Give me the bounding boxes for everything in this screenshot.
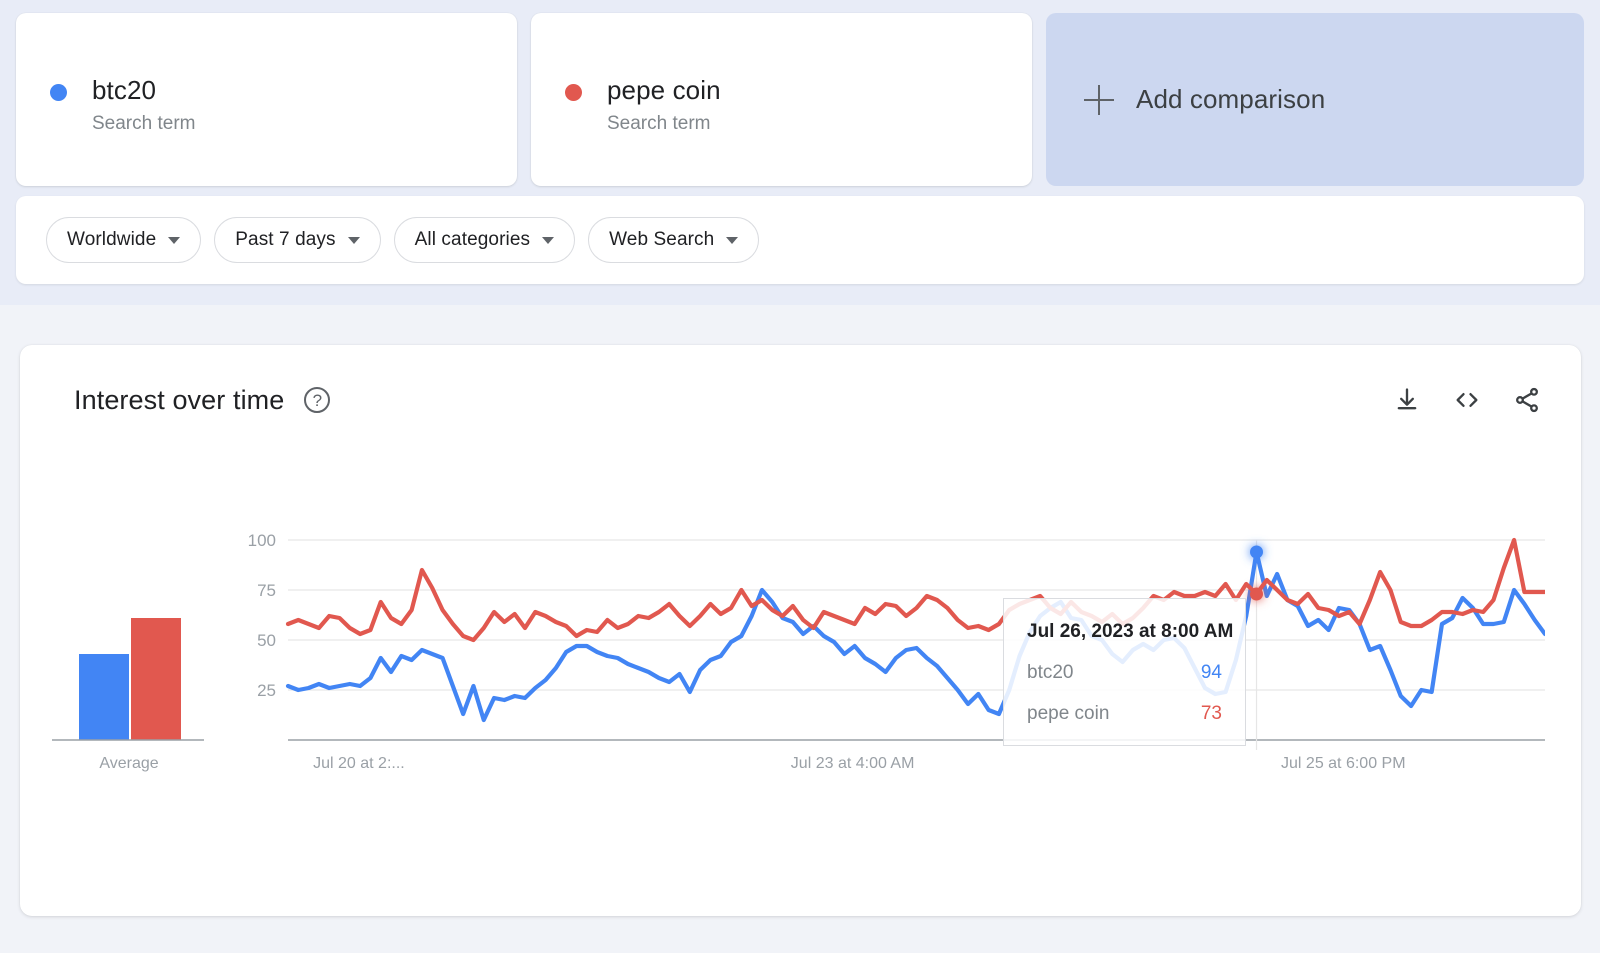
svg-text:Jul 20 at 2:...: Jul 20 at 2:... xyxy=(313,755,405,772)
svg-text:Jul 23 at 4:00 AM: Jul 23 at 4:00 AM xyxy=(791,755,915,772)
search-terms-row: btc20 Search term pepe coin Search term … xyxy=(16,13,1584,186)
search-term-card-1[interactable]: pepe coin Search term xyxy=(531,13,1032,186)
add-comparison-label: Add comparison xyxy=(1136,84,1325,115)
search-term-text-1: pepe coin Search term xyxy=(607,75,721,136)
filter-bar: Worldwide Past 7 days All categories Web… xyxy=(16,196,1584,284)
chevron-down-icon xyxy=(542,237,554,244)
filter-chip-time-range[interactable]: Past 7 days xyxy=(214,217,380,263)
tooltip-label-pepe-coin: pepe coin xyxy=(1027,703,1109,725)
tooltip-label-btc20: btc20 xyxy=(1027,662,1073,684)
search-term-name-0: btc20 xyxy=(92,75,195,105)
chevron-down-icon xyxy=(348,237,360,244)
filter-chip-location[interactable]: Worldwide xyxy=(46,217,201,263)
filter-chip-search-type-label: Web Search xyxy=(609,229,714,251)
series-color-dot-blue xyxy=(50,84,67,101)
tooltip-value-btc20: 94 xyxy=(1201,662,1222,684)
filter-chip-location-label: Worldwide xyxy=(67,229,156,251)
filter-chip-category[interactable]: All categories xyxy=(394,217,575,263)
add-comparison-button[interactable]: Add comparison xyxy=(1046,13,1584,186)
plus-icon xyxy=(1084,85,1114,115)
filter-chip-time-range-label: Past 7 days xyxy=(235,229,335,251)
search-term-name-1: pepe coin xyxy=(607,75,721,105)
chevron-down-icon xyxy=(168,237,180,244)
search-term-text-0: btc20 Search term xyxy=(92,75,195,136)
google-trends-page: btc20 Search term pepe coin Search term … xyxy=(0,0,1600,953)
search-term-type-0: Search term xyxy=(92,112,195,136)
interest-over-time-line-chart[interactable]: 25 50 75 100 Jul 20 at 2:... Jul 23 at 4:00 A… xyxy=(225,530,1545,780)
chart-tooltip: Jul 26, 2023 at 8:00 AM btc20 94 pepe co… xyxy=(1003,598,1246,746)
filter-chip-search-type[interactable]: Web Search xyxy=(588,217,759,263)
tooltip-value-pepe-coin: 73 xyxy=(1201,703,1222,725)
svg-text:75: 75 xyxy=(257,581,276,600)
svg-text:25: 25 xyxy=(257,681,276,700)
search-term-type-1: Search term xyxy=(607,112,721,136)
chart-plot-area: Average 25 50 75 100 Jul 20 at 2:... Jul 23 a… xyxy=(20,345,1581,916)
chevron-down-icon xyxy=(726,237,738,244)
svg-text:100: 100 xyxy=(248,531,276,550)
interest-over-time-card: Interest over time ? xyxy=(20,345,1581,916)
filter-chip-category-label: All categories xyxy=(415,229,530,251)
svg-text:50: 50 xyxy=(257,631,276,650)
tooltip-row-btc20: btc20 94 xyxy=(1027,662,1222,684)
series-color-dot-red xyxy=(565,84,582,101)
search-term-card-0[interactable]: btc20 Search term xyxy=(16,13,517,186)
tooltip-row-pepe-coin: pepe coin 73 xyxy=(1027,703,1222,725)
tooltip-date: Jul 26, 2023 at 8:00 AM xyxy=(1027,621,1222,643)
average-bar-chart[interactable]: Average xyxy=(44,530,224,780)
svg-text:Average: Average xyxy=(99,755,158,772)
svg-text:Jul 25 at 6:00 PM: Jul 25 at 6:00 PM xyxy=(1281,755,1406,772)
